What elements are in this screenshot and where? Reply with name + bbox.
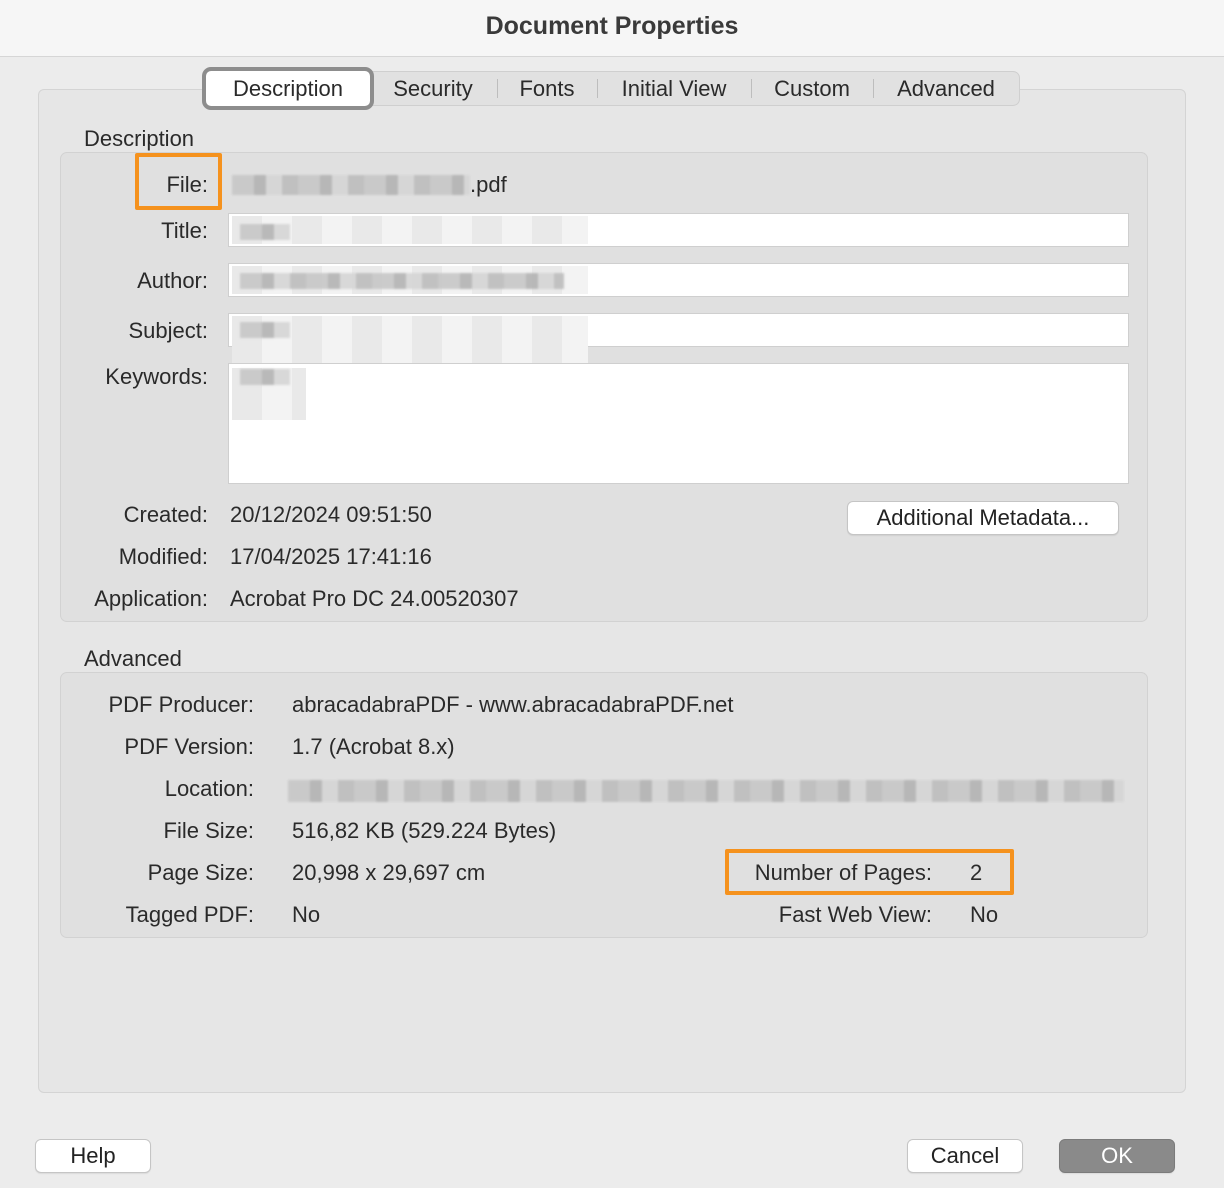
location-label: Location: xyxy=(164,776,254,801)
tab-initial-view[interactable]: Initial View xyxy=(602,71,746,106)
tab-separator xyxy=(597,79,598,98)
fast-web-view-label: Fast Web View: xyxy=(778,902,932,927)
author-value-redacted xyxy=(240,273,564,289)
pdf-producer-label: PDF Producer: xyxy=(108,692,255,717)
keywords-label: Keywords: xyxy=(105,364,208,389)
pdf-producer-value: abracadabraPDF - www.abracadabraPDF.net xyxy=(292,692,734,717)
tab-description[interactable]: Description xyxy=(202,67,374,110)
pdf-version-label: PDF Version: xyxy=(124,734,254,759)
subject-label: Subject: xyxy=(128,318,209,343)
tab-fonts[interactable]: Fonts xyxy=(502,71,592,106)
title-label: Title: xyxy=(161,218,208,243)
file-size-value: 516,82 KB (529.224 Bytes) xyxy=(292,818,557,843)
tab-separator xyxy=(873,79,874,98)
page-size-label: Page Size: xyxy=(147,860,254,885)
advanced-section-label: Advanced xyxy=(84,646,182,671)
window-title: Document Properties xyxy=(485,12,739,40)
tagged-pdf-label: Tagged PDF: xyxy=(125,902,254,927)
number-of-pages-highlight xyxy=(725,849,1014,895)
author-label: Author: xyxy=(137,268,208,293)
tagged-pdf-value: No xyxy=(292,902,321,927)
page-size-value: 20,998 x 29,697 cm xyxy=(292,860,486,885)
keywords-field[interactable] xyxy=(228,363,1129,484)
file-size-label: File Size: xyxy=(163,818,254,843)
subject-value-redacted xyxy=(240,322,290,338)
location-value-redacted xyxy=(288,780,1124,802)
help-button[interactable]: Help xyxy=(35,1139,151,1173)
application-label: Application: xyxy=(94,586,208,611)
file-label-highlight xyxy=(135,153,222,210)
additional-metadata-button[interactable]: Additional Metadata... xyxy=(847,501,1119,535)
pdf-version-value: 1.7 (Acrobat 8.x) xyxy=(292,734,455,759)
application-value: Acrobat Pro DC 24.00520307 xyxy=(230,586,519,611)
tab-custom[interactable]: Custom xyxy=(756,71,868,106)
tab-advanced[interactable]: Advanced xyxy=(878,71,1014,106)
created-value: 20/12/2024 09:51:50 xyxy=(230,502,432,527)
ok-button[interactable]: OK xyxy=(1059,1139,1175,1173)
file-extension: .pdf xyxy=(470,172,507,197)
tab-separator xyxy=(497,79,498,98)
fast-web-view-value: No xyxy=(970,902,999,927)
title-value-redacted xyxy=(240,224,290,240)
modified-value: 17/04/2025 17:41:16 xyxy=(230,544,432,569)
tab-security[interactable]: Security xyxy=(378,71,488,106)
keywords-value-redacted xyxy=(240,369,290,385)
tab-separator xyxy=(751,79,752,98)
modified-label: Modified: xyxy=(118,544,208,569)
file-name-redacted xyxy=(232,175,470,195)
description-section-label: Description xyxy=(84,126,195,151)
title-bar: Document Properties xyxy=(0,0,1224,57)
created-label: Created: xyxy=(123,502,208,527)
cancel-button[interactable]: Cancel xyxy=(907,1139,1023,1173)
